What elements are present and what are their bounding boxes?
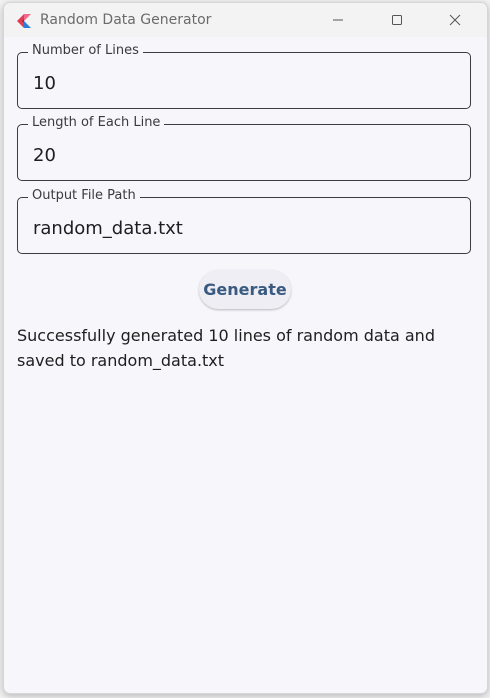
line-length-field[interactable]: Length of Each Line 20 <box>17 115 471 181</box>
output-path-field[interactable]: Output File Path random_data.txt <box>17 188 471 254</box>
number-of-lines-label: Number of Lines <box>28 43 143 58</box>
output-path-input[interactable]: random_data.txt <box>33 218 183 239</box>
output-path-label: Output File Path <box>28 188 140 203</box>
number-of-lines-input[interactable]: 10 <box>33 73 56 94</box>
app-window: Random Data Generator Number of Lines 10… <box>3 2 488 694</box>
line-length-label: Length of Each Line <box>28 115 165 130</box>
number-of-lines-field[interactable]: Number of Lines 10 <box>17 43 471 109</box>
minimize-button[interactable] <box>315 3 361 37</box>
flutter-app-icon <box>15 12 33 30</box>
maximize-icon <box>391 14 403 26</box>
maximize-button[interactable] <box>374 3 420 37</box>
line-length-input[interactable]: 20 <box>33 145 56 166</box>
window-title: Random Data Generator <box>40 12 212 28</box>
generate-button[interactable]: Generate <box>199 270 291 309</box>
status-message: Successfully generated 10 lines of rando… <box>17 326 435 370</box>
close-button[interactable] <box>432 3 478 37</box>
close-icon <box>449 14 461 26</box>
title-bar[interactable]: Random Data Generator <box>4 3 487 37</box>
minimize-icon <box>332 14 344 26</box>
